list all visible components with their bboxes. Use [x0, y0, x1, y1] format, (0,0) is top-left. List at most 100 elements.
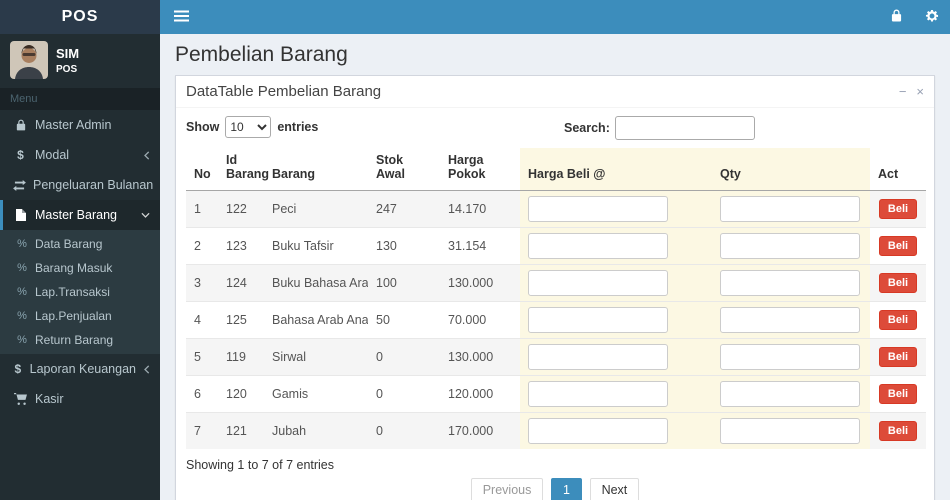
- beli-button[interactable]: Beli: [878, 199, 918, 219]
- box-title: DataTable Pembelian Barang: [186, 83, 382, 100]
- sidebar-subitem-lap-penjualan[interactable]: % Lap.Penjualan: [0, 304, 160, 328]
- app-window: POS SIM POS Menu Master Admin $ Modal Pe…: [0, 0, 950, 500]
- cell-no: 4: [186, 301, 218, 339]
- pembelian-table: No Id Barang Barang Stok Awal Harga Poko…: [186, 148, 926, 449]
- cell-harga-beli: [520, 375, 712, 413]
- cell-harga-beli: [520, 338, 712, 376]
- cell-act: Beli: [870, 264, 926, 302]
- cell-harga-beli: [520, 190, 712, 228]
- harga-beli-input[interactable]: [528, 418, 668, 444]
- cell-no: 5: [186, 338, 218, 376]
- navbar-right: [878, 0, 950, 34]
- cell-harga-beli: [520, 264, 712, 302]
- sidebar-subitem-label: Data Barang: [35, 237, 103, 251]
- sidebar-subitem-return-barang[interactable]: % Return Barang: [0, 328, 160, 352]
- cell-barang: Bahasa Arab Anak: [264, 301, 368, 339]
- qty-input[interactable]: [720, 344, 860, 370]
- percent-icon: %: [17, 310, 27, 322]
- cell-act: Beli: [870, 227, 926, 265]
- dollar-icon: $: [17, 148, 24, 162]
- cell-no: 2: [186, 227, 218, 265]
- user-text: SIM POS: [56, 46, 79, 75]
- cell-harga-pokok: 14.170: [440, 190, 520, 228]
- box-header: DataTable Pembelian Barang − ×: [176, 76, 934, 108]
- percent-icon: %: [17, 286, 27, 298]
- sidebar-subitem-lap-transaksi[interactable]: % Lap.Transaksi: [0, 280, 160, 304]
- harga-beli-input[interactable]: [528, 196, 668, 222]
- header-harga-beli[interactable]: Harga Beli @: [520, 148, 712, 191]
- sidebar-item-pengeluaran-bulanan[interactable]: Pengeluaran Bulanan: [0, 170, 167, 200]
- pagination-previous[interactable]: Previous: [470, 478, 544, 500]
- lock-menu-button[interactable]: [878, 0, 914, 34]
- table-row: 1 122 Peci 247 14.170 Beli: [186, 190, 926, 228]
- topbar: POS: [0, 0, 950, 34]
- harga-beli-input[interactable]: [528, 344, 668, 370]
- table-row: 5 119 Sirwal 0 130.000 Beli: [186, 338, 926, 376]
- sidebar-item-laporan-keuangan[interactable]: $ Laporan Keuangan: [0, 354, 160, 384]
- header-barang[interactable]: Barang: [264, 148, 368, 191]
- qty-input[interactable]: [720, 381, 860, 407]
- chevron-left-icon: [143, 364, 150, 374]
- header-act[interactable]: Act: [870, 148, 926, 191]
- harga-beli-input[interactable]: [528, 270, 668, 296]
- cell-act: Beli: [870, 338, 926, 376]
- cell-act: Beli: [870, 412, 926, 449]
- cell-id-barang: 121: [218, 412, 264, 449]
- harga-beli-input[interactable]: [528, 381, 668, 407]
- beli-button[interactable]: Beli: [878, 421, 918, 441]
- qty-input[interactable]: [720, 307, 860, 333]
- cell-stok-awal: 0: [368, 412, 440, 449]
- table-row: 2 123 Buku Tafsir 130 31.154 Beli: [186, 227, 926, 265]
- qty-input[interactable]: [720, 233, 860, 259]
- beli-button[interactable]: Beli: [878, 236, 918, 256]
- sidebar-item-master-barang[interactable]: Master Barang: [0, 200, 160, 230]
- header-stok-awal[interactable]: Stok Awal: [368, 148, 440, 191]
- box-tools: − ×: [899, 85, 924, 98]
- harga-beli-input[interactable]: [528, 307, 668, 333]
- header-no[interactable]: No: [186, 148, 218, 191]
- qty-input[interactable]: [720, 196, 860, 222]
- gears-icon: [925, 9, 939, 26]
- cell-stok-awal: 50: [368, 301, 440, 339]
- datatable-box: DataTable Pembelian Barang − × Show 10 e…: [175, 75, 935, 500]
- sidebar: SIM POS Menu Master Admin $ Modal Pengeluar…: [0, 34, 167, 500]
- sidebar-item-master-admin[interactable]: Master Admin: [0, 110, 160, 140]
- beli-button[interactable]: Beli: [878, 273, 918, 293]
- header-qty[interactable]: Qty: [712, 148, 870, 191]
- cell-barang: Buku Tafsir: [264, 227, 368, 265]
- sidebar-item-label: Kasir: [35, 392, 64, 406]
- search-label: Search:: [564, 121, 610, 135]
- sidebar-item-modal[interactable]: $ Modal: [0, 140, 160, 170]
- beli-button[interactable]: Beli: [878, 310, 918, 330]
- table-row: 7 121 Jubah 0 170.000 Beli: [186, 412, 926, 449]
- cell-id-barang: 122: [218, 190, 264, 228]
- header-id-barang[interactable]: Id Barang: [218, 148, 269, 191]
- cell-qty: [712, 227, 870, 265]
- sidebar-menu: Master Admin $ Modal Pengeluaran Bulanan Mas…: [0, 110, 167, 414]
- table-body: 1 122 Peci 247 14.170 Beli 2 123 Buku Tafsir 130 3…: [186, 190, 926, 449]
- pagination-next[interactable]: Next: [589, 478, 640, 500]
- sidebar-submenu: % Data Barang% Barang Masuk% Lap.Transaksi%…: [0, 230, 160, 354]
- beli-button[interactable]: Beli: [878, 384, 918, 404]
- qty-input[interactable]: [720, 270, 860, 296]
- settings-menu-button[interactable]: [914, 0, 950, 34]
- header-harga-pokok[interactable]: Harga Pokok: [440, 148, 520, 191]
- cell-barang: Jubah: [264, 412, 368, 449]
- sidebar-item-label: Laporan Keuangan: [29, 362, 136, 376]
- pagination: Previous 1 Next: [186, 476, 924, 500]
- cell-qty: [712, 264, 870, 302]
- close-icon[interactable]: ×: [916, 85, 924, 98]
- harga-beli-input[interactable]: [528, 233, 668, 259]
- sidebar-toggle-button[interactable]: [160, 0, 202, 34]
- page-length-select[interactable]: 10: [225, 116, 272, 138]
- sidebar-item-kasir[interactable]: Kasir: [0, 384, 160, 414]
- search-input[interactable]: [614, 116, 755, 140]
- sidebar-subitem-barang-masuk[interactable]: % Barang Masuk: [0, 256, 160, 280]
- beli-button[interactable]: Beli: [878, 347, 918, 367]
- sidebar-subitem-data-barang[interactable]: % Data Barang: [0, 232, 160, 256]
- collapse-icon[interactable]: −: [899, 85, 907, 98]
- cell-stok-awal: 100: [368, 264, 440, 302]
- pagination-page-1[interactable]: 1: [550, 478, 582, 500]
- datatable-controls: Show 10 entries Search:: [186, 116, 924, 144]
- qty-input[interactable]: [720, 418, 860, 444]
